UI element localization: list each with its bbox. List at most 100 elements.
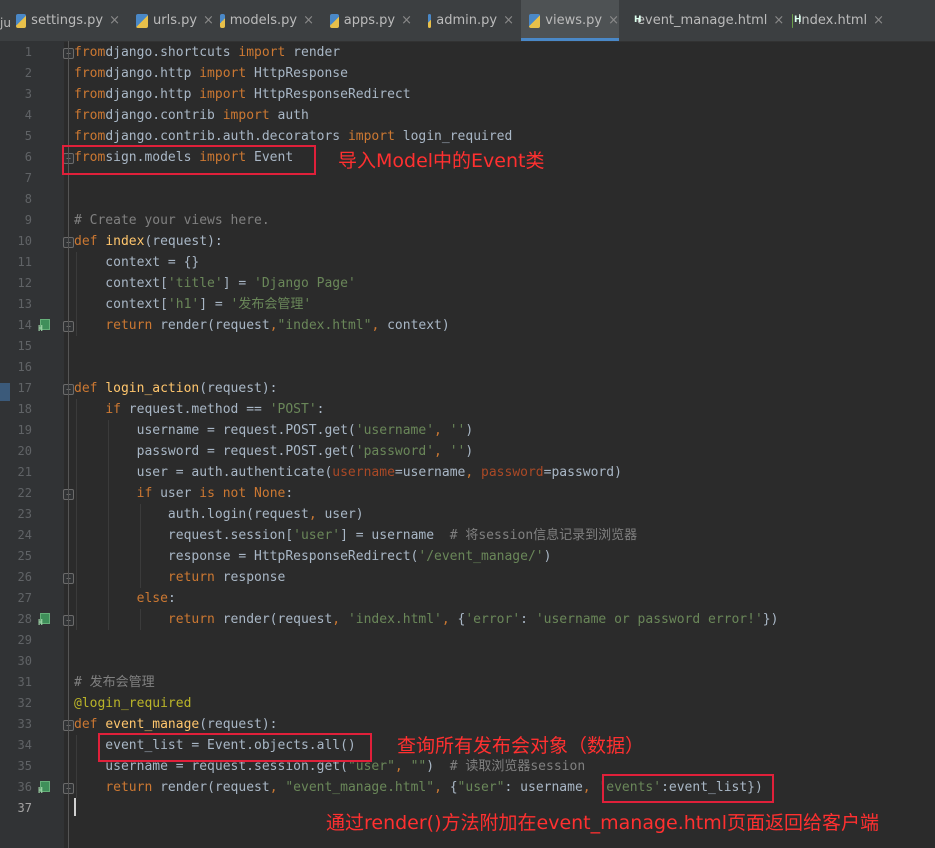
html-template-gutter-icon[interactable] <box>38 319 51 333</box>
line-number: 29 <box>17 633 32 647</box>
code-token: ) <box>465 423 474 438</box>
annotation-render-note: 通过render()方法附加在event_manage.html页面返回给客户端 <box>326 812 880 834</box>
code-token: render <box>285 45 341 60</box>
code-line[interactable]: password = request.POST.get('password', … <box>74 441 474 462</box>
code-token: @login_required <box>74 696 192 711</box>
code-line[interactable]: fromdjango.contrib.auth.decorators impor… <box>74 126 512 147</box>
code-token: : <box>520 612 536 627</box>
line-number: 17 <box>17 381 32 395</box>
line-number: 19 <box>17 423 32 437</box>
code-line[interactable]: fromdjango.contrib import auth <box>74 105 309 126</box>
code-line[interactable]: request.session['user'] = username # 将se… <box>74 525 637 546</box>
code-line[interactable]: else: <box>74 588 176 609</box>
code-token: django.http <box>105 66 200 81</box>
code-token: response <box>214 570 286 585</box>
highlight-box-import <box>62 145 316 175</box>
tab-event_manage-html[interactable]: event_manage.html × <box>624 0 784 41</box>
code-line[interactable]: fromdjango.http import HttpResponseRedir… <box>74 84 411 105</box>
code-token: { <box>449 612 466 627</box>
line-number: 32 <box>17 696 32 710</box>
html-file-icon <box>792 13 799 28</box>
tab-views-py[interactable]: views.py × <box>521 0 619 41</box>
code-token: django.http <box>105 87 200 102</box>
line-number: 9 <box>24 213 32 227</box>
tab-admin-py[interactable]: admin.py × <box>420 0 514 41</box>
code-token: if <box>105 402 121 417</box>
code-line[interactable]: # 发布会管理 <box>74 672 155 693</box>
line-number: 36 <box>17 780 32 794</box>
code-token: , <box>269 780 278 795</box>
code-token: request.session[ <box>74 528 294 543</box>
code-token: from <box>74 45 106 60</box>
tab-models-py[interactable]: models.py × <box>212 0 314 41</box>
code-line[interactable]: username = request.POST.get('username', … <box>74 420 474 441</box>
code-line[interactable]: def login_action(request): <box>74 378 278 399</box>
code-line[interactable]: if request.method == 'POST': <box>74 399 324 420</box>
code-token: 'title' <box>167 276 223 291</box>
code-token: , <box>434 444 442 459</box>
code-token: (request): <box>199 717 278 732</box>
code-token: "index.html" <box>277 318 372 333</box>
close-icon[interactable]: × <box>303 13 314 28</box>
close-icon[interactable]: × <box>873 13 884 28</box>
tab-index-html[interactable]: index.html × <box>784 0 884 41</box>
close-icon[interactable]: × <box>109 13 120 28</box>
code-token: : <box>316 402 325 417</box>
html-template-gutter-icon[interactable] <box>38 613 51 627</box>
code-line[interactable]: fromdjango.http import HttpResponse <box>74 63 348 84</box>
code-line[interactable]: return render(request,"index.html", cont… <box>74 315 449 336</box>
code-token: 'index.html' <box>347 612 442 627</box>
line-number: 10 <box>17 234 32 248</box>
code-line[interactable]: return render(request, 'index.html', {'e… <box>74 609 779 630</box>
tab-label: settings.py <box>31 13 104 28</box>
tab-settings-py[interactable]: settings.py × <box>8 0 120 41</box>
tab-label: apps.py <box>343 13 396 28</box>
tab-label: index.html <box>797 13 868 28</box>
code-token: django.contrib.auth.decorators <box>105 129 348 144</box>
code-line[interactable]: @login_required <box>74 693 191 714</box>
code-line[interactable]: return response <box>74 567 285 588</box>
tab-label: urls.py <box>153 13 198 28</box>
line-number: 21 <box>17 465 32 479</box>
code-token: import <box>222 108 270 123</box>
line-number: 4 <box>24 108 32 122</box>
code-line[interactable]: user = auth.authenticate(username=userna… <box>74 462 622 483</box>
code-line[interactable]: context['title'] = 'Django Page' <box>74 273 355 294</box>
code-line[interactable]: # Create your views here. <box>74 210 270 231</box>
close-icon[interactable]: × <box>608 13 619 28</box>
close-icon[interactable]: × <box>503 13 514 28</box>
python-file-icon <box>220 13 225 28</box>
tab-urls-py[interactable]: urls.py × <box>128 0 214 41</box>
code-token: ] = <box>222 276 255 291</box>
code-token: , <box>308 507 317 522</box>
code-token: username = request.POST.get( <box>74 423 356 438</box>
code-token: password = request.POST.get( <box>74 444 356 459</box>
python-file-icon <box>529 13 541 28</box>
line-number: 14 <box>17 318 32 332</box>
html-template-gutter-icon[interactable] <box>38 781 51 795</box>
code-token: username <box>332 465 395 480</box>
line-number: 7 <box>24 171 32 185</box>
close-icon[interactable]: × <box>401 13 412 28</box>
line-number: 13 <box>17 297 32 311</box>
code-line[interactable]: def index(request): <box>74 231 223 252</box>
code-line[interactable]: def event_manage(request): <box>74 714 278 735</box>
code-token: ] = username <box>340 528 450 543</box>
code-token: 'username' <box>355 423 435 438</box>
code-line[interactable]: context['h1'] = '发布会管理' <box>74 294 311 315</box>
code-line[interactable]: context = {} <box>74 252 199 273</box>
code-token: user <box>152 486 200 501</box>
code-line[interactable]: auth.login(request, user) <box>74 504 364 525</box>
line-number: 31 <box>17 675 32 689</box>
code-line[interactable]: if user is not None: <box>74 483 294 504</box>
close-icon[interactable]: × <box>773 13 784 28</box>
code-line[interactable]: response = HttpResponseRedirect('/event_… <box>74 546 552 567</box>
code-line[interactable]: fromdjango.shortcuts import render <box>74 42 340 63</box>
tab-apps-py[interactable]: apps.py × <box>322 0 412 41</box>
code-token: , <box>332 612 341 627</box>
code-token: auth.login(request <box>74 507 309 522</box>
code-token: import <box>199 66 247 81</box>
